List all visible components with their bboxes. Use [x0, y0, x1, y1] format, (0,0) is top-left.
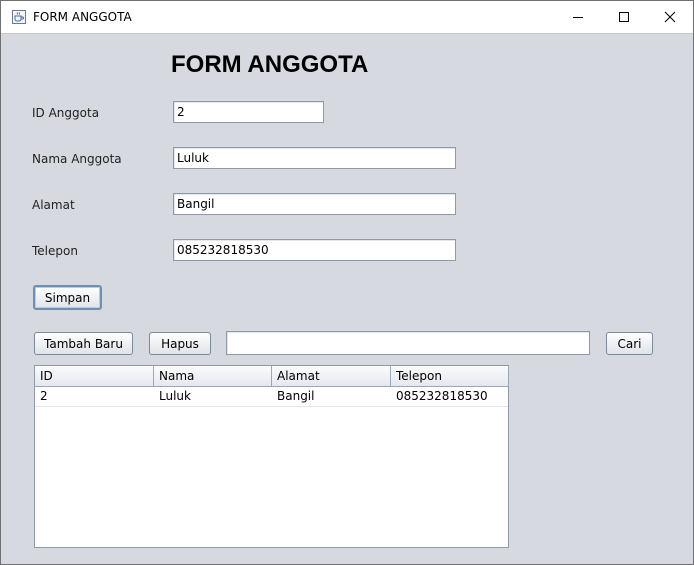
form-heading: FORM ANGGOTA — [171, 51, 369, 78]
table-row[interactable]: 2 Luluk Bangil 085232818530 — [35, 387, 508, 407]
cell-id: 2 — [40, 389, 48, 403]
cell-nama: Luluk — [159, 389, 191, 403]
maximize-button[interactable] — [601, 1, 647, 33]
close-icon — [664, 11, 676, 23]
column-header-nama[interactable]: Nama — [154, 366, 272, 386]
search-input[interactable] — [226, 331, 590, 355]
anggota-table[interactable]: ID Nama Alamat Telepon 2 Luluk Bangil 08… — [34, 365, 509, 548]
telepon-field[interactable]: 085232818530 — [173, 239, 456, 261]
java-cup-icon — [12, 10, 26, 24]
minimize-icon — [573, 17, 583, 18]
column-header-id[interactable]: ID — [35, 366, 154, 386]
cari-button[interactable]: Cari — [606, 332, 653, 355]
id-anggota-field[interactable]: 2 — [173, 101, 324, 123]
hapus-button[interactable]: Hapus — [149, 332, 211, 355]
tambah-baru-button[interactable]: Tambah Baru — [34, 332, 133, 355]
window-title: FORM ANGGOTA — [33, 10, 132, 24]
title-bar[interactable]: FORM ANGGOTA — [1, 1, 693, 34]
close-button[interactable] — [647, 1, 693, 33]
alamat-field[interactable]: Bangil — [173, 193, 456, 215]
simpan-button[interactable]: Simpan — [33, 285, 102, 310]
alamat-label: Alamat — [32, 198, 75, 212]
form-panel: FORM ANGGOTA ID Anggota 2 Nama Anggota L… — [1, 34, 693, 564]
maximize-icon — [619, 12, 629, 22]
cell-alamat: Bangil — [277, 389, 315, 403]
nama-anggota-field[interactable]: Luluk — [173, 147, 456, 169]
cell-telepon: 085232818530 — [396, 389, 488, 403]
app-window: FORM ANGGOTA FORM ANGGOTA ID Anggota 2 N… — [0, 0, 694, 565]
telepon-label: Telepon — [32, 244, 78, 258]
column-header-telepon[interactable]: Telepon — [391, 366, 509, 386]
id-anggota-label: ID Anggota — [32, 106, 100, 120]
nama-anggota-label: Nama Anggota — [32, 152, 122, 166]
column-header-alamat[interactable]: Alamat — [272, 366, 391, 386]
minimize-button[interactable] — [555, 1, 601, 33]
table-header: ID Nama Alamat Telepon — [35, 366, 509, 387]
